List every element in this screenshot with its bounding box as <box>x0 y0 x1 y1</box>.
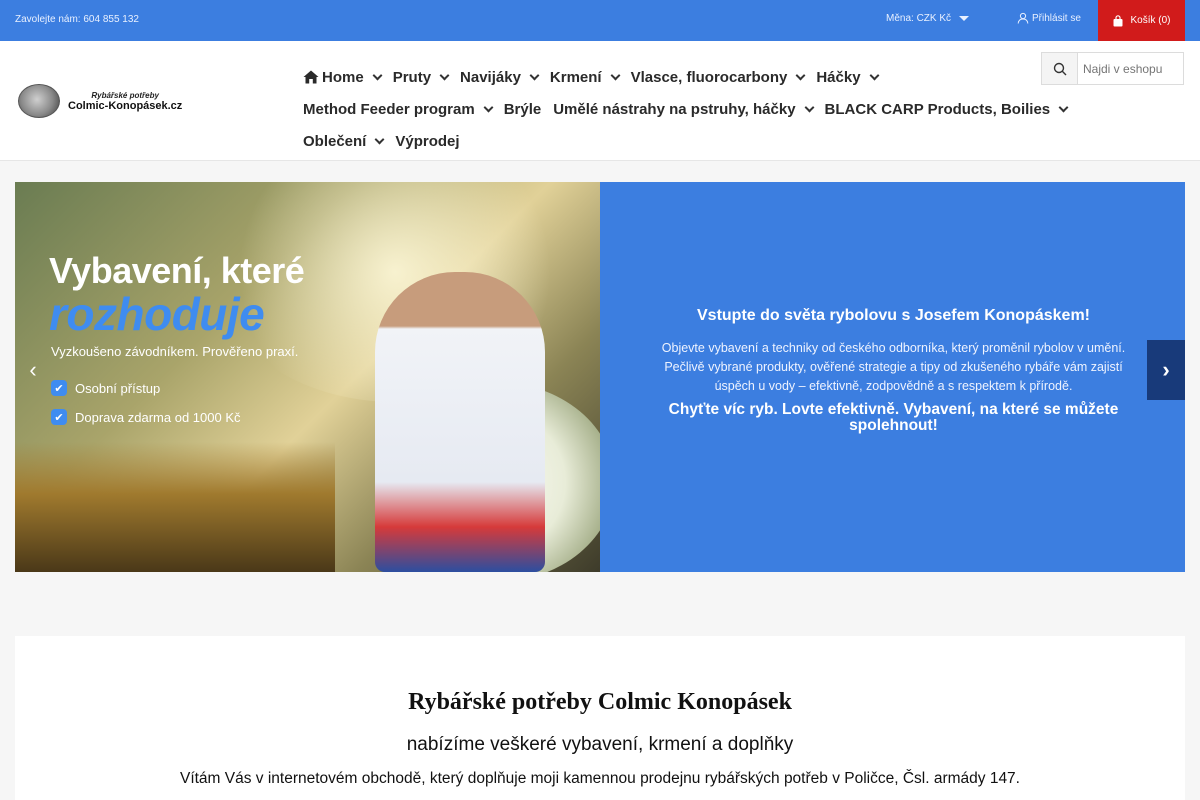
chevron-down-icon <box>1058 102 1069 112</box>
nav-item-hacky[interactable]: Háčky <box>816 68 879 86</box>
nav-item-umele-nastrahy[interactable]: Umělé nástrahy na pstruhy, háčky <box>553 100 814 118</box>
nav-label: Umělé nástrahy na pstruhy, háčky <box>553 100 796 118</box>
shopping-bag-icon <box>1113 14 1123 26</box>
checkbox-icon: ✔ <box>51 380 67 396</box>
nav-row-2: Method Feeder program Brýle Umělé nástra… <box>303 93 1069 125</box>
hero-cta-text: Chyťte víc ryb. Lovte efektivně. Vybaven… <box>668 401 1119 434</box>
nav-label: BLACK CARP Products, Boilies <box>824 100 1051 118</box>
intro-subtitle: nabízíme veškeré vybavení, krmení a dopl… <box>406 734 794 755</box>
nav-item-method-feeder[interactable]: Method Feeder program <box>303 100 494 118</box>
hero-image-headline: Vybavení, které <box>49 250 305 291</box>
site-header: Rybářské potřeby Colmic-Konopásek.cz Hom… <box>0 41 1200 161</box>
nav-item-home[interactable]: Home <box>303 68 383 86</box>
nav-label: Krmení <box>549 68 602 86</box>
user-icon <box>1017 12 1029 24</box>
main-nav: Home Pruty Navijáky Krmení Vlasce, fluor… <box>303 61 1069 157</box>
carousel-prev-arrow[interactable]: ‹ <box>18 355 48 385</box>
nav-label: Výprodej <box>395 132 460 150</box>
nav-item-obleceni[interactable]: Oblečení <box>303 132 385 150</box>
hero-carousel: Vybavení, které rozhoduje Vyzkoušeno záv… <box>15 182 1185 572</box>
nav-label: Vlasce, fluorocarbony <box>630 68 788 86</box>
intro-section: Rybářské potřeby Colmic Konopásek nabízí… <box>15 636 1185 800</box>
nav-item-vlasce[interactable]: Vlasce, fluorocarbony <box>630 68 806 86</box>
angler-photo <box>375 272 545 572</box>
cart-label: Košík (0) <box>1130 15 1171 26</box>
hero-description: Objevte vybavení a techniky od českého o… <box>661 341 1126 393</box>
logo-text: Rybářské potřeby Colmic-Konopásek.cz <box>68 91 182 112</box>
carousel-next-arrow[interactable]: › <box>1147 340 1185 400</box>
nav-label: Home <box>322 68 364 86</box>
nav-item-navijaky[interactable]: Navijáky <box>460 68 540 86</box>
top-bar: Zavolejte nám: 604 855 132 Měna: CZK Kč … <box>0 0 1200 41</box>
nav-label: Navijáky <box>460 68 521 86</box>
search-box <box>1041 52 1184 85</box>
nav-item-black-carp[interactable]: BLACK CARP Products, Boilies <box>824 100 1069 118</box>
hero-bullet-text: Doprava zdarma od 1000 Kč <box>75 409 241 425</box>
logo-domain: Colmic-Konopásek.cz <box>68 99 183 112</box>
nav-item-vyprodej[interactable]: Výprodej <box>395 133 459 150</box>
nav-item-krmeni[interactable]: Krmení <box>549 68 621 86</box>
chevron-down-icon <box>529 70 540 80</box>
search-button[interactable] <box>1042 53 1078 84</box>
checkbox-icon: ✔ <box>51 409 67 425</box>
site-logo[interactable]: Rybářské potřeby Colmic-Konopásek.cz <box>18 83 203 119</box>
hero-bullet: ✔ Osobní přístup <box>51 380 160 396</box>
nav-item-pruty[interactable]: Pruty <box>392 68 450 86</box>
login-link[interactable]: Přihlásit se <box>1017 12 1081 24</box>
chevron-down-icon <box>795 70 806 80</box>
chevron-down-icon <box>869 70 879 80</box>
hero-title: Vstupte do světa rybolovu s Josefem Kono… <box>697 307 1090 324</box>
chevron-down-icon <box>483 102 494 112</box>
nav-label: Method Feeder program <box>303 100 475 118</box>
nav-row-1: Home Pruty Navijáky Krmení Vlasce, fluor… <box>303 61 1043 93</box>
nav-label: Pruty <box>392 68 432 86</box>
hero-image-subtitle: Vyzkoušeno závodníkem. Prověřeno praxí. <box>51 344 299 359</box>
chevron-down-icon <box>610 70 621 80</box>
intro-text: Vítám Vás v internetovém obchodě, který … <box>179 770 1020 787</box>
intro-title: Rybářské potřeby Colmic Konopásek <box>408 689 792 715</box>
hero-bullet-text: Osobní přístup <box>75 380 161 396</box>
nav-item-bryle[interactable]: Brýle <box>504 101 542 118</box>
home-icon <box>303 70 319 84</box>
search-icon <box>1053 62 1066 75</box>
contact-phone[interactable]: Zavolejte nám: 604 855 132 <box>15 14 139 25</box>
login-label: Přihlásit se <box>1032 12 1081 24</box>
chevron-down-icon <box>372 70 383 80</box>
hero-slide-caption: Vstupte do světa rybolovu s Josefem Kono… <box>652 307 1135 434</box>
search-input[interactable] <box>1078 61 1178 76</box>
logo-tagline: Rybářské potřeby <box>91 90 159 100</box>
chevron-down-icon <box>439 70 450 80</box>
trophies-image <box>15 442 335 572</box>
currency-label: Měna: CZK Kč <box>886 13 952 24</box>
nav-label: Brýle <box>503 100 542 118</box>
currency-selector[interactable]: Měna: CZK Kč <box>886 13 970 24</box>
hero-bullet: ✔ Doprava zdarma od 1000 Kč <box>51 409 240 425</box>
hero-image-headline-accent: rozhoduje <box>49 288 265 340</box>
hero-slide-image[interactable]: Vybavení, které rozhoduje Vyzkoušeno záv… <box>15 182 600 572</box>
chevron-down-icon <box>804 102 814 112</box>
nav-label: Oblečení <box>303 132 367 150</box>
caret-down-icon <box>959 16 970 21</box>
nav-label: Háčky <box>816 68 861 86</box>
chevron-down-icon <box>374 134 385 144</box>
cart-button[interactable]: Košík (0) <box>1098 0 1185 41</box>
nav-row-3: Oblečení Výprodej <box>303 125 1043 157</box>
fish-logo-icon <box>18 84 60 118</box>
